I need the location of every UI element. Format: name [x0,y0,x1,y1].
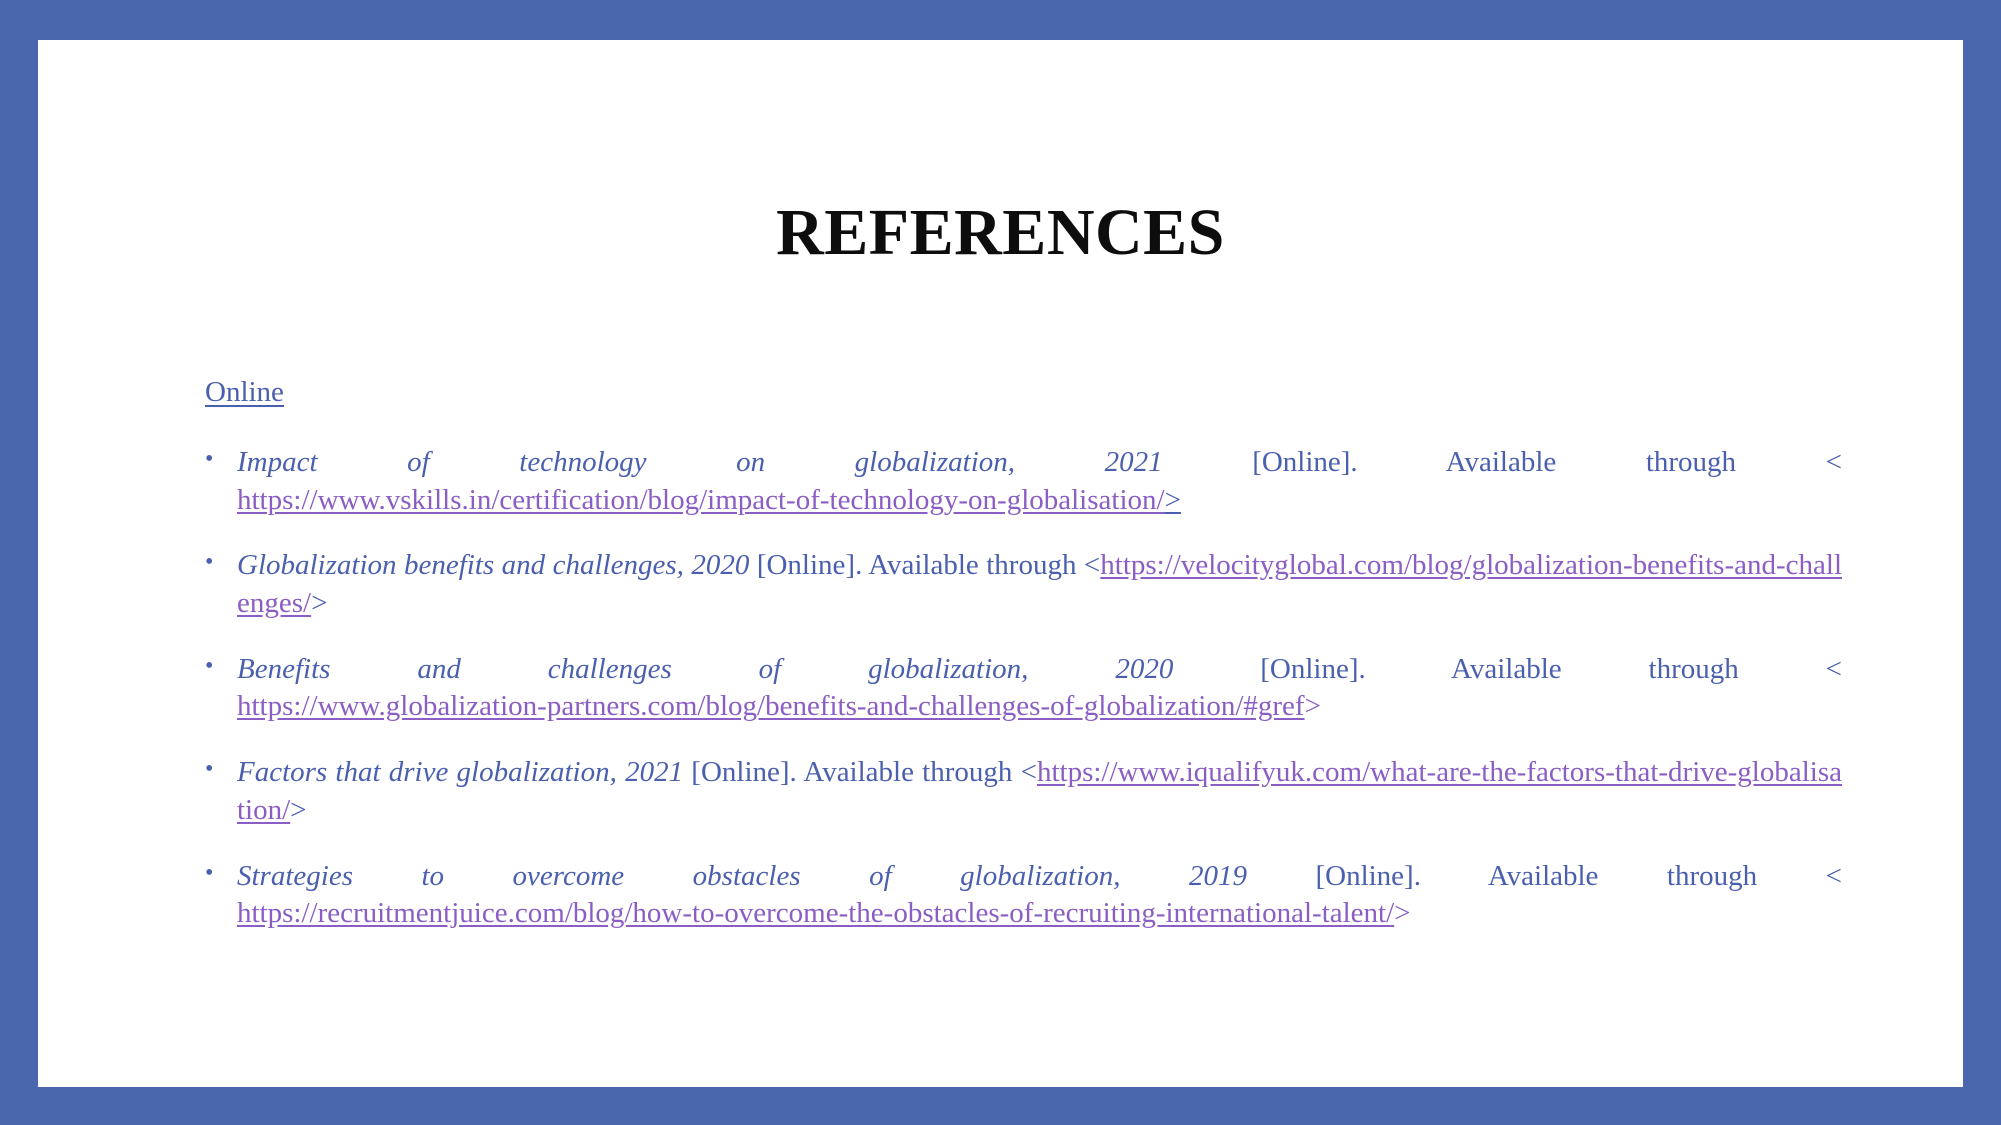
list-item: • Impact of technology on globalization,… [205,444,1842,519]
reference-availability: [Online]. Available through < [1260,652,1843,685]
reference-availability: [Online]. Available through < [691,756,1037,789]
reference-availability: [Online]. Available through < [1252,446,1842,478]
reference-title: Globalization benefits and challenges, 2… [237,549,750,582]
page-title: REFERENCES [776,196,1225,269]
reference-availability: [Online]. Available through < [1315,859,1842,892]
section-heading-online[interactable]: Online [205,378,284,407]
reference-close-angle: > [1394,897,1411,930]
list-item: • Globalization benefits and challenges,… [205,547,1842,622]
reference-close-angle: > [311,587,328,620]
list-item: • Factors that drive globalization, 2021… [205,754,1842,829]
bullet-icon: • [205,756,214,783]
reference-availability: [Online]. Available through < [756,549,1101,582]
reference-title: Factors that drive globalization, 2021 [237,756,684,789]
reference-title: Impact of technology on globalization, 2… [237,446,1163,478]
bullet-icon: • [205,549,214,576]
reference-title: Strategies to overcome obstacles of glob… [237,859,1247,892]
reference-link[interactable]: https://recruitmentjuice.com/blog/how-to… [237,897,1394,929]
list-item: • Benefits and challenges of globalizati… [205,651,1842,726]
references-body: Online • Impact of technology on globali… [205,378,1842,933]
reference-close-angle: > [1164,483,1181,516]
bullet-icon: • [205,652,214,679]
reference-close-angle: > [290,793,307,826]
slide-border-frame: REFERENCES Online • Impact of technology… [0,0,2001,1125]
references-list: • Impact of technology on globalization,… [205,444,1842,933]
reference-link[interactable]: https://www.vskills.in/certification/blo… [237,484,1165,516]
list-item: • Strategies to overcome obstacles of gl… [205,858,1842,933]
bullet-icon: • [205,859,214,886]
reference-title: Benefits and challenges of globalization… [237,652,1174,685]
bullet-icon: • [205,446,214,472]
reference-close-angle: > [1304,690,1321,723]
reference-link[interactable]: https://www.globalization-partners.com/b… [237,690,1305,722]
slide-canvas: REFERENCES Online • Impact of technology… [38,40,1963,1087]
